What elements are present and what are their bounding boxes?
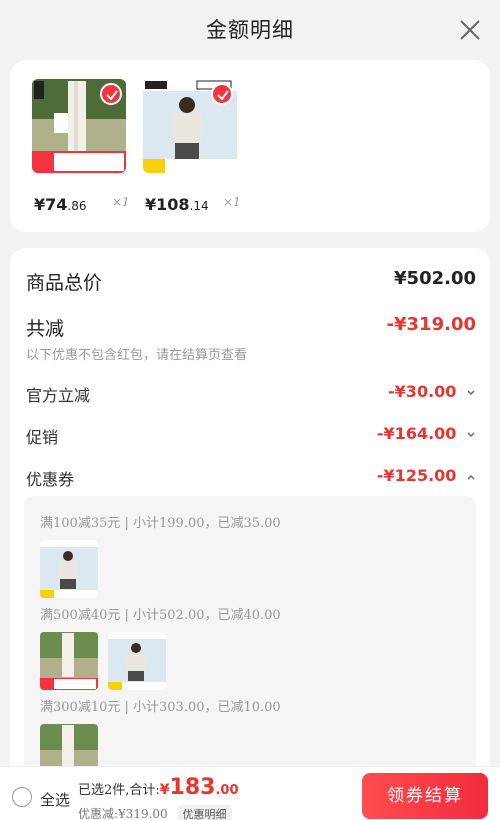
coupon-group-title: 满300减10元 | 小计303.00，已减10.00 <box>40 700 281 715</box>
discount-note: 以下优惠不包含红包，请在结算页查看 <box>26 348 248 363</box>
price-decimal: .14 <box>189 199 209 213</box>
discount-summary: 优惠减:¥319.00 优惠明细 <box>78 805 232 820</box>
promotion-value: -¥164.00 <box>376 424 457 443</box>
total-price-value: ¥502.00 <box>394 268 476 289</box>
product-card: ¥74 .86 ×1 ¥108 .14 ×1 <box>10 60 490 232</box>
price-detail-card: 商品总价 ¥502.00 共减 -¥319.00 以下优惠不包含红包，请在结算页… <box>10 248 490 820</box>
selected-count-text: 已选2件,合计: <box>78 783 160 798</box>
selected-summary: 已选2件,合计: ¥ 183 .00 <box>78 775 239 800</box>
promotion-value-wrap: -¥164.00 <box>377 424 476 443</box>
official-discount-value-wrap: -¥30.00 <box>388 382 476 401</box>
official-discount-label: 官方立减 <box>26 386 91 405</box>
header: 金额明细 <box>0 0 500 60</box>
chevron-up-icon[interactable] <box>466 472 476 482</box>
official-discount-value: -¥30.00 <box>388 382 457 401</box>
product-thumbnail[interactable] <box>32 79 126 173</box>
coupon-group-title: 满500减40元 | 小计502.00，已减40.00 <box>40 608 281 623</box>
checkout-button[interactable]: 领券结算 <box>362 773 488 819</box>
checkout-bar: 全选 已选2件,合计: ¥ 183 .00 优惠减:¥319.00 优惠明细 领… <box>0 766 500 820</box>
product-price: ¥108 .14 ×1 <box>145 195 255 214</box>
product-price: ¥74 .86 ×1 <box>34 195 144 214</box>
product-quantity: ×1 <box>223 195 241 209</box>
product-thumbnail[interactable] <box>143 79 237 173</box>
select-all-label[interactable]: 全选 <box>40 789 70 810</box>
chevron-down-icon[interactable] <box>466 388 476 398</box>
total-integer: 183 <box>169 775 216 800</box>
total-reduce-label: 共减 <box>26 318 65 340</box>
chevron-down-icon[interactable] <box>466 430 476 440</box>
total-reduce-value: -¥319.00 <box>386 314 476 335</box>
price-integer: ¥74 <box>34 195 68 214</box>
select-all-radio[interactable] <box>12 787 32 807</box>
total-currency: ¥ <box>159 782 170 798</box>
total-price-label: 商品总价 <box>26 272 103 294</box>
coupon-value: -¥125.00 <box>376 466 457 485</box>
selected-check-icon[interactable] <box>211 83 233 105</box>
discount-detail-tag[interactable]: 优惠明细 <box>177 805 232 820</box>
coupon-label: 优惠券 <box>26 470 75 489</box>
coupon-product-thumbnail <box>40 632 98 690</box>
price-decimal: .86 <box>67 199 87 213</box>
product-item[interactable]: ¥108 .14 ×1 <box>143 79 241 214</box>
coupon-group-title: 满100减35元 | 小计199.00，已减35.00 <box>40 516 281 531</box>
close-icon[interactable] <box>458 18 482 42</box>
selected-check-icon[interactable] <box>100 83 122 105</box>
promotion-label: 促销 <box>26 428 59 447</box>
coupon-value-wrap: -¥125.00 <box>377 466 476 485</box>
total-decimal: .00 <box>215 783 239 798</box>
page-title: 金额明细 <box>206 18 294 42</box>
price-integer: ¥108 <box>145 195 190 214</box>
coupon-product-thumbnail <box>40 540 98 598</box>
product-quantity: ×1 <box>112 195 130 209</box>
coupon-details: 满100减35元 | 小计199.00，已减35.00 满500减40元 | 小… <box>24 496 476 796</box>
discount-text: 优惠减:¥319.00 <box>78 807 168 820</box>
coupon-product-thumbnail <box>108 632 166 690</box>
product-item[interactable]: ¥74 .86 ×1 <box>32 79 130 214</box>
